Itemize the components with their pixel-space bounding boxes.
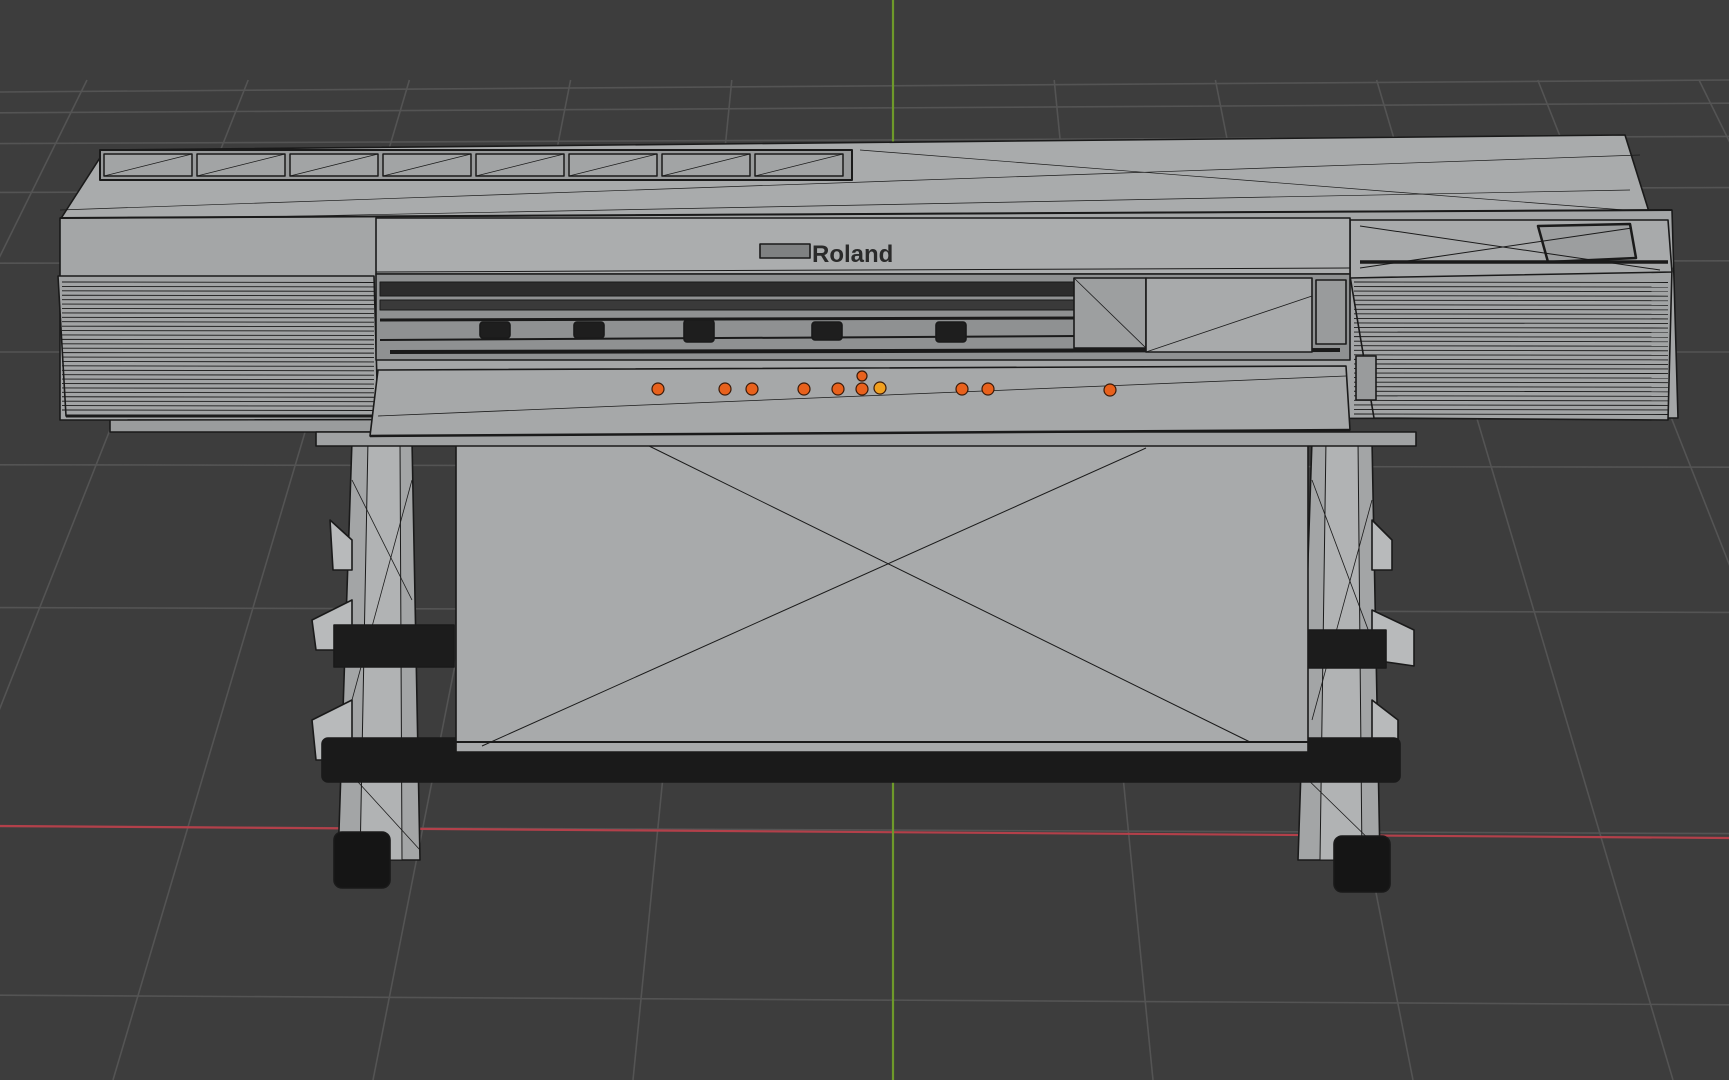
vent-slat xyxy=(1353,331,1669,334)
vent-slat xyxy=(61,281,375,283)
print-bay xyxy=(375,273,1351,361)
left-caster-wheel xyxy=(333,831,391,889)
vent-slat xyxy=(61,321,375,323)
vent-slat xyxy=(1353,336,1669,338)
right-take-up-bar xyxy=(1305,629,1387,669)
vent-slat xyxy=(1353,408,1669,411)
vent-slat xyxy=(1353,317,1669,320)
vent-slat xyxy=(1353,308,1669,311)
vent-slat xyxy=(61,343,375,345)
vent-slat xyxy=(61,347,375,350)
vent-slat xyxy=(1353,368,1669,370)
selected-vertex[interactable] xyxy=(856,370,868,382)
vent-slat xyxy=(61,312,375,314)
vent-slat xyxy=(1353,322,1669,324)
vent-slat xyxy=(61,369,375,372)
vent-slat xyxy=(1353,349,1669,352)
vent-slat xyxy=(1353,340,1669,343)
vent-slat xyxy=(61,356,375,358)
vent-slat xyxy=(1353,281,1669,283)
ink-cartridge-slots xyxy=(99,149,853,181)
vent-slat xyxy=(61,409,375,411)
vent-slat xyxy=(61,405,375,407)
3d-viewport[interactable]: Roland xyxy=(0,0,1729,1080)
vent-slat xyxy=(61,387,375,389)
vent-slat xyxy=(61,383,375,385)
vent-slat xyxy=(61,396,375,398)
vent-slat xyxy=(61,294,375,297)
selected-vertex[interactable] xyxy=(855,382,869,396)
vent-slat xyxy=(61,299,375,301)
vent-slat xyxy=(1353,299,1669,302)
vent-slat xyxy=(1353,286,1669,288)
vent-slat xyxy=(1353,395,1669,397)
left-vent-panel xyxy=(57,275,379,418)
vent-slat xyxy=(1353,413,1669,415)
vent-slat xyxy=(61,400,375,403)
vent-slat xyxy=(61,338,375,341)
vent-slat xyxy=(61,308,375,310)
vent-slat xyxy=(61,285,375,288)
vent-slat xyxy=(1353,399,1669,402)
vent-slat xyxy=(61,391,375,394)
vent-slat xyxy=(1353,381,1669,384)
selected-vertex[interactable] xyxy=(955,382,969,396)
vent-slat xyxy=(61,316,375,319)
selected-vertex[interactable] xyxy=(718,382,732,396)
selected-vertex[interactable] xyxy=(651,382,665,396)
vent-slat xyxy=(1353,313,1669,315)
vent-slat xyxy=(61,330,375,332)
vent-slat xyxy=(1353,345,1669,347)
selected-vertex[interactable] xyxy=(745,382,759,396)
vent-slat xyxy=(61,325,375,328)
right-caster-wheel xyxy=(1333,835,1391,893)
media-sheet xyxy=(455,439,1309,753)
vent-slat xyxy=(61,290,375,292)
vent-slat xyxy=(61,365,375,367)
vent-slat xyxy=(61,303,375,306)
vent-slat xyxy=(61,374,375,376)
logo-mark xyxy=(759,243,811,259)
vent-slat xyxy=(61,352,375,354)
vent-slat xyxy=(61,360,375,363)
vent-slat xyxy=(1353,327,1669,329)
selected-vertex[interactable] xyxy=(981,382,995,396)
right-vent-panel xyxy=(1349,219,1673,421)
vent-slat xyxy=(1353,404,1669,406)
vent-slat xyxy=(1353,295,1669,297)
vent-slat xyxy=(1353,386,1669,388)
vent-slat xyxy=(61,334,375,336)
vent-slat xyxy=(1353,304,1669,306)
vent-slat xyxy=(1353,354,1669,356)
vent-slat xyxy=(1353,377,1669,379)
selected-vertex[interactable] xyxy=(1103,383,1117,397)
selected-vertex[interactable] xyxy=(831,382,845,396)
vent-slat xyxy=(1353,372,1669,374)
selected-vertex[interactable] xyxy=(797,382,811,396)
vent-slat xyxy=(1353,363,1669,365)
vent-slat xyxy=(1353,358,1669,361)
left-take-up-bar xyxy=(333,624,455,668)
vent-slat xyxy=(1353,290,1669,293)
vent-slat xyxy=(61,378,375,381)
logo-text: Roland xyxy=(812,241,893,268)
vent-slat xyxy=(1353,390,1669,393)
selected-vertex[interactable] xyxy=(873,381,887,395)
